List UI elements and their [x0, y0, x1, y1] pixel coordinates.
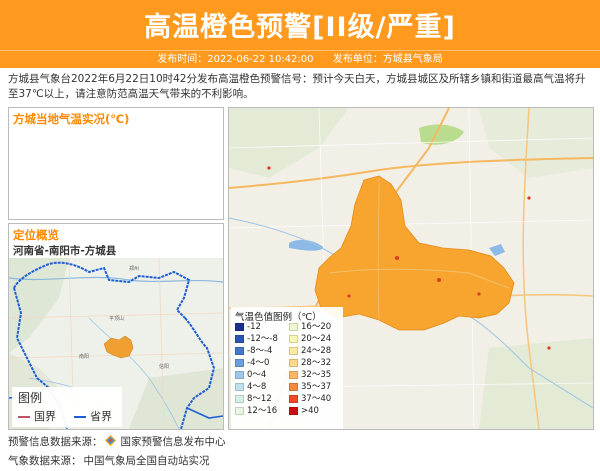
map-legend-title: 图例	[18, 391, 43, 405]
temp-swatch: -12～-8	[235, 334, 278, 344]
temp-swatch: 24～28	[289, 346, 331, 356]
temp-swatch: 8～12	[235, 394, 272, 404]
svg-text:郑州: 郑州	[129, 265, 139, 272]
temp-swatch: 28～32	[289, 358, 331, 368]
map-legend: 图例 国界 省界	[12, 387, 122, 427]
temp-swatch: 16～20	[289, 322, 331, 332]
warning-title: 高温橙色预警[II级/严重]	[144, 12, 456, 43]
legend-national-border: 国界	[18, 408, 56, 424]
temp-swatch: 32～35	[289, 370, 331, 380]
svg-text:平顶山: 平顶山	[109, 315, 124, 322]
location-path: 河南省-南阳市-方城县	[13, 245, 117, 257]
temp-swatch: -8～-4	[235, 346, 272, 356]
warning-source-label: 预警信息数据来源：	[8, 436, 103, 448]
issue-time: 发布时间：2022-06-22 10:42:00	[157, 54, 314, 65]
temp-swatch: 37～40	[289, 394, 331, 404]
temp-swatch: 35～37	[289, 382, 331, 392]
local-temp-title: 方城当地气温实况(℃)	[13, 112, 130, 126]
province-border-line-icon	[74, 416, 86, 418]
weather-source: 气象数据来源： 中国气象局全国自动站实况	[8, 453, 210, 468]
temp-swatch: 20～24	[289, 334, 331, 344]
temp-swatch: 0～4	[235, 370, 266, 380]
legend-province-border: 省界	[74, 408, 112, 424]
weather-source-value: 中国气象局全国自动站实况	[83, 455, 210, 467]
weather-source-label: 气象数据来源：	[8, 455, 82, 467]
svg-text:信阳: 信阳	[159, 363, 169, 370]
svg-text:南阳: 南阳	[79, 353, 89, 360]
local-temp-panel: 方城当地气温实况(℃)	[8, 107, 224, 220]
temp-swatch: >40	[289, 406, 319, 416]
warning-summary: 方城县气象台2022年6月22日10时42分发布高温橙色预警信号：预计今天白天，…	[8, 73, 586, 100]
location-title: 定位概览	[13, 228, 59, 242]
temp-swatch: -4～0	[235, 358, 269, 368]
warning-source: 预警信息数据来源： 国家预警信息发布中心	[8, 434, 226, 449]
meta-bar: 发布时间：2022-06-22 10:42:00 发布单位：方城县气象局	[0, 50, 600, 69]
warning-source-value[interactable]: 国家预警信息发布中心	[121, 436, 226, 448]
temp-legend-title: 气温色值图例（℃）	[235, 312, 322, 323]
temp-swatch: 4～8	[235, 382, 266, 392]
temperature-legend: 气温色值图例（℃） -12 -12～-8 -8～-4 -4～0 0～4 4～8 …	[231, 307, 343, 429]
temp-swatch: -12	[235, 322, 261, 332]
issuer: 发布单位：方城县气象局	[332, 54, 443, 65]
temp-swatch: 12～16	[235, 406, 277, 416]
warning-center-logo-icon	[104, 435, 116, 446]
national-border-line-icon	[18, 416, 30, 418]
warning-header: 高温橙色预警[II级/严重] 发布时间：2022-06-22 10:42:00 …	[0, 0, 600, 68]
